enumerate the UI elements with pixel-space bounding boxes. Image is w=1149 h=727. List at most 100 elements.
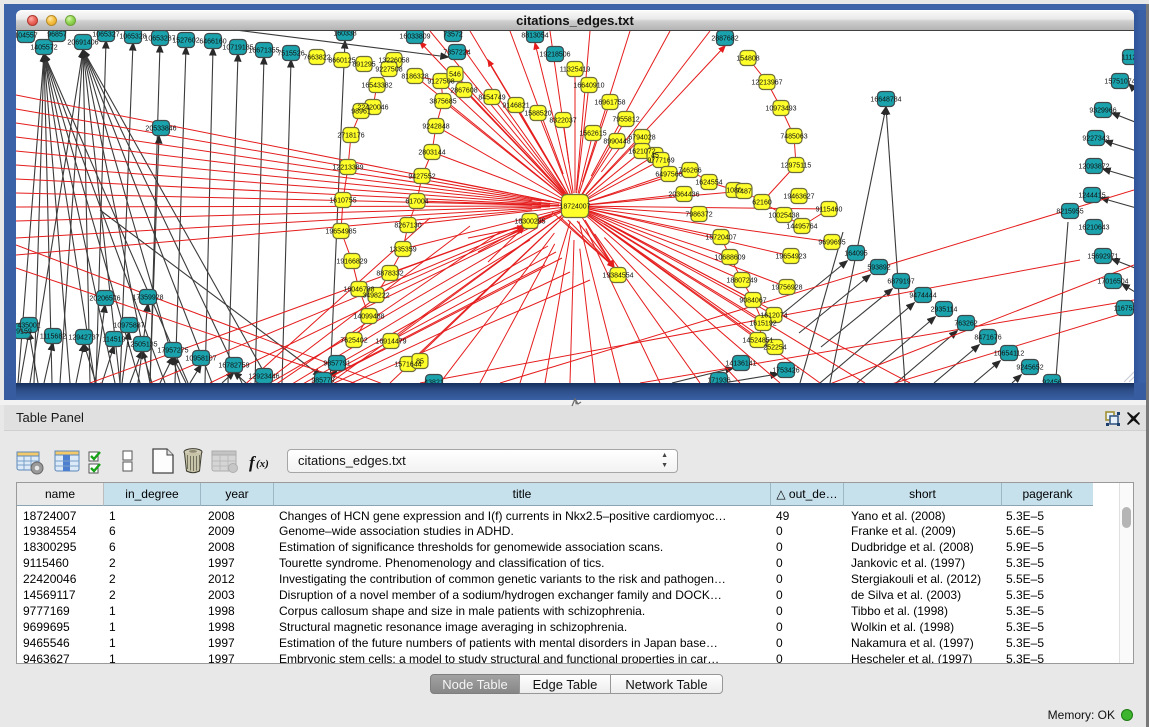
svg-text:12923446: 12923446 bbox=[248, 374, 279, 381]
svg-text:19756928: 19756928 bbox=[771, 285, 802, 292]
svg-text:104557: 104557 bbox=[16, 33, 38, 40]
svg-text:14099488: 14099488 bbox=[353, 314, 384, 321]
svg-text:2718176: 2718176 bbox=[337, 133, 364, 140]
svg-text:1335359: 1335359 bbox=[389, 247, 416, 254]
svg-text:73572: 73572 bbox=[443, 32, 463, 39]
svg-text:8990448: 8990448 bbox=[603, 139, 630, 146]
svg-text:8215955: 8215955 bbox=[1056, 209, 1083, 216]
svg-text:8322037: 8322037 bbox=[549, 118, 576, 125]
svg-text:12505135: 12505135 bbox=[126, 342, 157, 349]
svg-text:19654985: 19654985 bbox=[325, 229, 356, 236]
svg-text:16648784: 16648784 bbox=[870, 97, 901, 104]
svg-text:2803144: 2803144 bbox=[418, 150, 445, 157]
svg-text:17016504: 17016504 bbox=[1097, 279, 1128, 286]
svg-text:15751074: 15751074 bbox=[1104, 79, 1134, 86]
svg-text:12093872: 12093872 bbox=[1078, 164, 1109, 171]
svg-text:154808: 154808 bbox=[736, 56, 759, 63]
svg-text:20691406: 20691406 bbox=[67, 40, 98, 47]
svg-text:6879197: 6879197 bbox=[887, 279, 914, 286]
svg-text:9777169: 9777169 bbox=[647, 158, 674, 165]
svg-text:12942737: 12942737 bbox=[68, 335, 99, 342]
svg-text:18724007: 18724007 bbox=[559, 204, 590, 211]
svg-text:20206576: 20206576 bbox=[89, 296, 120, 303]
svg-text:9115460: 9115460 bbox=[816, 207, 843, 214]
svg-text:1244415: 1244415 bbox=[1078, 193, 1105, 200]
svg-text:763262: 763262 bbox=[954, 321, 977, 328]
svg-text:1753426: 1753426 bbox=[772, 368, 799, 375]
svg-text:16640910: 16640910 bbox=[573, 83, 604, 90]
svg-text:7357224: 7357224 bbox=[443, 50, 470, 57]
svg-text:18807249: 18807249 bbox=[726, 278, 757, 285]
svg-text:(x): (x) bbox=[256, 458, 269, 470]
svg-text:16210643: 16210643 bbox=[1078, 225, 1109, 232]
svg-text:62160: 62160 bbox=[752, 200, 772, 207]
svg-text:1405572: 1405572 bbox=[30, 45, 57, 52]
svg-text:593892: 593892 bbox=[867, 265, 890, 272]
svg-text:114519: 114519 bbox=[103, 337, 126, 344]
svg-text:16961758: 16961758 bbox=[594, 100, 625, 107]
svg-text:10958107: 10958107 bbox=[185, 356, 216, 363]
svg-text:435001: 435001 bbox=[17, 323, 40, 330]
svg-text:9127508: 9127508 bbox=[427, 79, 454, 86]
svg-text:11325419: 11325419 bbox=[560, 67, 591, 74]
svg-text:9427552: 9427552 bbox=[408, 174, 435, 181]
svg-text:9474444: 9474444 bbox=[909, 293, 936, 300]
svg-text:2887682: 2887682 bbox=[711, 36, 738, 43]
svg-text:9699695: 9699695 bbox=[818, 240, 845, 247]
svg-text:8878332: 8878332 bbox=[376, 271, 403, 278]
svg-text:10975887: 10975887 bbox=[113, 323, 144, 330]
svg-text:164095: 164095 bbox=[844, 251, 867, 258]
svg-text:891295: 891295 bbox=[352, 62, 375, 69]
svg-text:19463627: 19463627 bbox=[783, 194, 814, 201]
svg-text:8471676: 8471676 bbox=[974, 335, 1001, 342]
svg-text:7955812: 7955812 bbox=[612, 117, 639, 124]
svg-text:18300295: 18300295 bbox=[514, 219, 545, 226]
svg-text:617004: 617004 bbox=[405, 199, 428, 206]
svg-text:1610755: 1610755 bbox=[329, 198, 356, 205]
svg-text:1612074: 1612074 bbox=[760, 313, 787, 320]
svg-text:746266: 746266 bbox=[678, 168, 701, 175]
svg-text:16543382: 16543382 bbox=[361, 83, 392, 90]
svg-text:9227508: 9227508 bbox=[375, 67, 402, 74]
svg-text:8454749: 8454749 bbox=[478, 95, 505, 102]
svg-text:13226058: 13226058 bbox=[378, 58, 409, 65]
svg-text:9084067: 9084067 bbox=[739, 298, 766, 305]
svg-text:7485063: 7485063 bbox=[780, 134, 807, 141]
svg-text:3498222: 3498222 bbox=[362, 293, 389, 300]
svg-text:85: 85 bbox=[416, 359, 424, 366]
svg-text:10688609: 10688609 bbox=[714, 255, 745, 262]
svg-text:9329966: 9329966 bbox=[1089, 108, 1116, 115]
svg-text:252254: 252254 bbox=[763, 345, 786, 352]
svg-text:10653287: 10653287 bbox=[144, 36, 175, 43]
svg-text:7625402: 7625402 bbox=[340, 338, 367, 345]
svg-text:7487: 7487 bbox=[736, 189, 752, 196]
svg-text:8267130: 8267130 bbox=[394, 223, 421, 230]
svg-text:1065327: 1065327 bbox=[92, 32, 119, 39]
svg-text:12213967: 12213967 bbox=[751, 80, 782, 87]
svg-text:16914479: 16914479 bbox=[375, 339, 406, 346]
svg-text:20533846: 20533846 bbox=[145, 126, 176, 133]
svg-text:19384554: 19384554 bbox=[602, 273, 633, 280]
svg-text:14524851: 14524851 bbox=[742, 338, 773, 345]
svg-text:19218506: 19218506 bbox=[539, 52, 570, 59]
svg-text:16782759: 16782759 bbox=[218, 363, 249, 370]
svg-text:10654112: 10654112 bbox=[994, 351, 1025, 358]
svg-text:7515526: 7515526 bbox=[277, 51, 304, 58]
svg-text:14136141: 14136141 bbox=[725, 361, 756, 368]
svg-text:12213389: 12213389 bbox=[332, 165, 363, 172]
svg-text:1562615: 1562615 bbox=[579, 131, 606, 138]
svg-text:9857791: 9857791 bbox=[323, 361, 350, 368]
svg-text:2867608: 2867608 bbox=[450, 88, 477, 95]
svg-text:1588520: 1588520 bbox=[524, 111, 551, 118]
svg-text:1624554: 1624554 bbox=[695, 180, 722, 187]
svg-text:6794028: 6794028 bbox=[628, 135, 655, 142]
svg-text:2935114: 2935114 bbox=[931, 307, 958, 314]
svg-text:10025438: 10025438 bbox=[768, 213, 799, 220]
svg-text:15720407: 15720407 bbox=[705, 235, 736, 242]
svg-text:19654923: 19654923 bbox=[775, 254, 806, 261]
svg-text:17359928: 17359928 bbox=[132, 295, 163, 302]
svg-text:20364436: 20364436 bbox=[668, 192, 699, 199]
svg-text:9242848: 9242848 bbox=[422, 124, 449, 131]
svg-text:16671355: 16671355 bbox=[248, 48, 279, 55]
svg-text:3875685: 3875685 bbox=[429, 99, 456, 106]
